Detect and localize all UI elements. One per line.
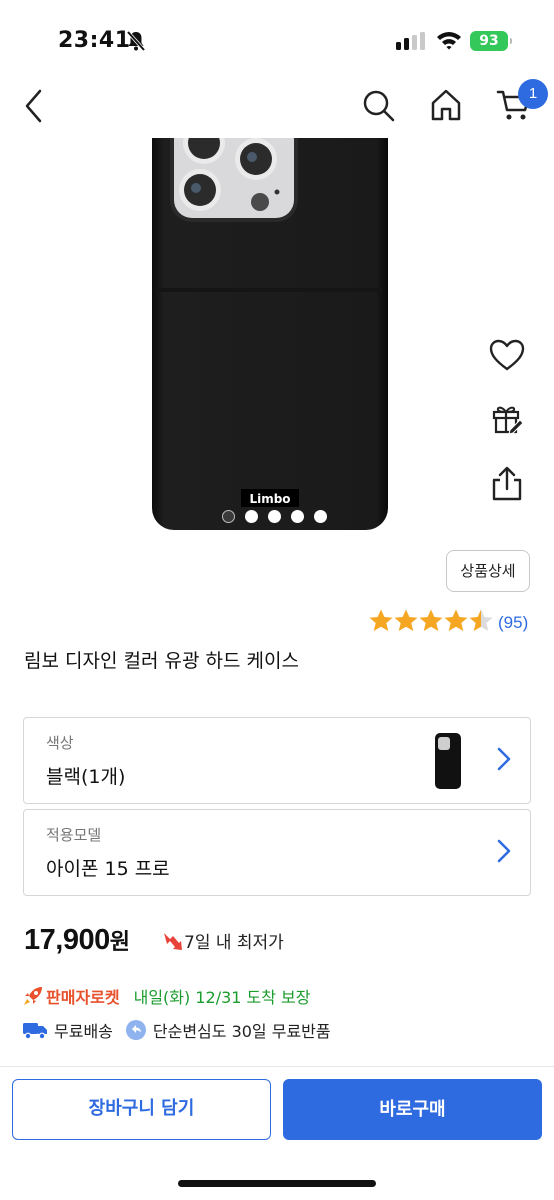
add-to-cart-button[interactable]: 장바구니 담기 <box>12 1079 271 1140</box>
image-pagination <box>222 510 327 523</box>
seller-rocket-label: 판매자로켓 <box>46 988 120 1007</box>
rating-star-icon <box>394 609 418 631</box>
back-arrow-icon[interactable] <box>20 88 50 124</box>
pagination-dot[interactable] <box>268 510 281 523</box>
model-option-label: 적용모델 <box>46 826 102 844</box>
return-icon <box>125 1020 146 1040</box>
color-option-selector[interactable]: 색상 블랙(1개) <box>23 717 531 804</box>
gift-icon[interactable] <box>490 402 524 436</box>
share-icon[interactable] <box>490 466 524 502</box>
color-option-thumbnail <box>435 733 461 789</box>
price-amount: 17,900 <box>24 924 110 956</box>
product-title: 림보 디자인 컬러 유광 하드 케이스 <box>24 650 299 672</box>
price-unit: 원 <box>109 930 130 955</box>
battery-indicator: 93 <box>470 31 512 51</box>
case-brand-text: Limbo <box>249 492 290 506</box>
lowest-price-badge: 7일 내 최저가 <box>162 928 284 953</box>
status-bar: 23:41 93 <box>0 0 554 70</box>
product-image[interactable]: Limbo <box>152 138 388 530</box>
product-detail-button[interactable]: 상품상세 <box>446 550 530 592</box>
divider <box>0 1066 554 1067</box>
model-option-selector[interactable]: 적용모델 아이폰 15 프로 <box>23 809 531 896</box>
buy-now-button[interactable]: 바로구매 <box>283 1079 542 1140</box>
delivery-truck-icon <box>23 1023 47 1040</box>
review-count[interactable]: (95) <box>498 613 528 633</box>
cart-count-badge: 1 <box>518 79 548 109</box>
product-price: 17,900원 <box>24 924 130 957</box>
shipping-benefits: 무료배송 단순변심도 30일 무료반품 <box>22 1018 331 1042</box>
home-icon[interactable] <box>430 88 462 122</box>
product-rating[interactable]: (95) <box>368 608 528 638</box>
muted-bell-icon <box>126 30 146 52</box>
heart-icon[interactable] <box>488 338 526 372</box>
lowest-price-text: 7일 내 최저가 <box>184 933 284 953</box>
color-option-value: 블랙(1개) <box>46 766 126 788</box>
down-arrow-icon <box>164 932 182 950</box>
chevron-right-icon <box>497 839 511 863</box>
free-return-text: 단순변심도 30일 무료반품 <box>152 1022 331 1041</box>
chevron-right-icon <box>497 747 511 771</box>
pagination-dot-active[interactable] <box>222 510 235 523</box>
rocket-icon <box>24 987 42 1005</box>
model-option-value: 아이폰 15 프로 <box>46 858 170 880</box>
cellular-signal-icon <box>396 32 425 50</box>
pagination-dot[interactable] <box>314 510 327 523</box>
status-time: 23:41 <box>58 28 131 53</box>
pagination-dot[interactable] <box>245 510 258 523</box>
rating-star-icon <box>444 609 468 631</box>
rating-star-icon <box>469 609 493 631</box>
color-option-label: 색상 <box>46 734 74 752</box>
search-icon[interactable] <box>362 89 396 123</box>
rating-stars <box>368 608 493 638</box>
delivery-info: 판매자로켓 내일(화) 12/31 도착 보장 <box>22 984 311 1008</box>
rating-star-icon <box>369 609 393 631</box>
free-shipping-text: 무료배송 <box>54 1022 113 1041</box>
pagination-dot[interactable] <box>291 510 304 523</box>
wifi-icon <box>437 32 461 50</box>
home-indicator <box>178 1180 376 1187</box>
arrival-guarantee: 내일(화) 12/31 도착 보장 <box>133 988 311 1007</box>
rating-star-icon <box>419 609 443 631</box>
